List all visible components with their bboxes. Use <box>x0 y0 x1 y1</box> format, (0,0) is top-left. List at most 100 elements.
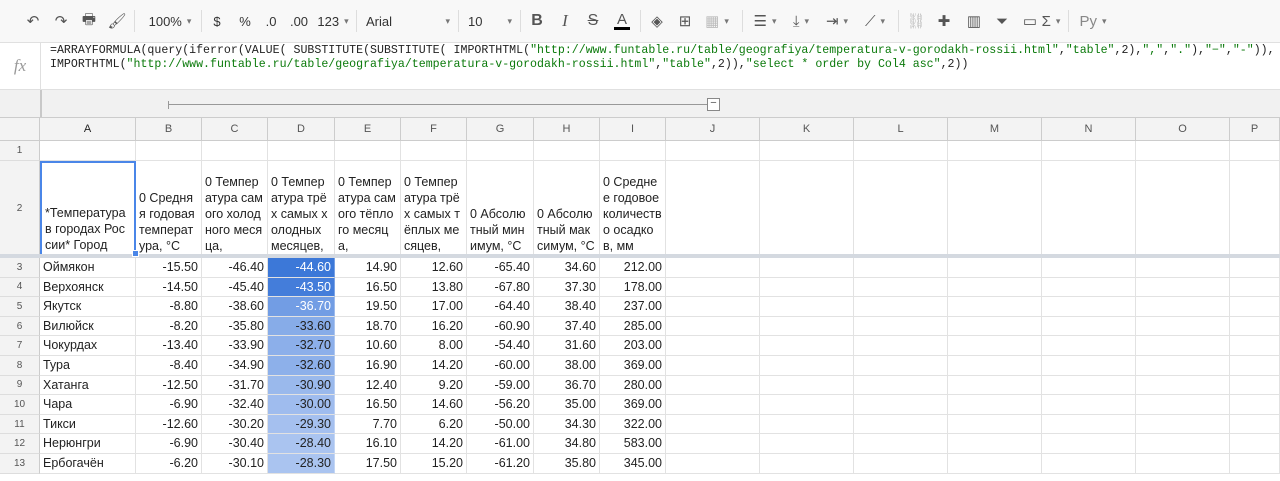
cell[interactable] <box>666 454 760 474</box>
column-header-e[interactable]: E <box>335 118 401 141</box>
color-scale-cell[interactable]: -32.70 <box>268 336 335 356</box>
cell[interactable] <box>202 141 268 161</box>
header-cell[interactable]: 0 Абсолютный максимум, °C <box>534 161 600 256</box>
fill-handle[interactable] <box>132 250 139 257</box>
text-color-button[interactable]: A <box>610 6 634 36</box>
color-scale-cell[interactable]: -30.90 <box>268 375 335 396</box>
column-header-a[interactable]: A <box>40 118 136 141</box>
value-cell[interactable]: 34.60 <box>534 258 600 278</box>
row-header[interactable]: 1 <box>0 141 40 161</box>
cell[interactable] <box>1042 277 1136 298</box>
decrease-decimals-button[interactable]: .0 <box>260 6 282 36</box>
cell[interactable] <box>760 395 854 415</box>
cell[interactable] <box>1042 395 1136 415</box>
header-cell[interactable]: 0 Средняя годовая температура, °C <box>136 161 202 256</box>
city-cell[interactable]: Тикси <box>40 414 136 435</box>
value-cell[interactable]: 212.00 <box>600 258 666 278</box>
cell[interactable] <box>1136 454 1230 474</box>
cell[interactable] <box>760 141 854 161</box>
cell[interactable] <box>854 258 948 278</box>
value-cell[interactable]: 18.70 <box>335 316 401 337</box>
value-cell[interactable]: -67.80 <box>467 277 534 298</box>
color-scale-cell[interactable]: -28.30 <box>268 454 335 474</box>
cell[interactable] <box>1042 258 1136 278</box>
cell[interactable] <box>948 336 1042 356</box>
cell[interactable] <box>948 316 1042 337</box>
value-cell[interactable]: 322.00 <box>600 414 666 435</box>
font-family-select[interactable]: Arial ▾ <box>362 6 454 36</box>
cell[interactable] <box>760 356 854 376</box>
value-cell[interactable]: 14.20 <box>401 434 467 454</box>
cell[interactable] <box>854 414 948 435</box>
column-header-c[interactable]: C <box>202 118 268 141</box>
city-cell[interactable]: Вилюйск <box>40 316 136 337</box>
value-cell[interactable]: -54.40 <box>467 336 534 356</box>
value-cell[interactable]: 12.40 <box>335 375 401 396</box>
cell[interactable] <box>1136 434 1230 454</box>
cell[interactable] <box>948 161 1042 256</box>
value-cell[interactable]: 17.00 <box>401 297 467 317</box>
cell[interactable] <box>948 414 1042 435</box>
fill-color-icon[interactable]: ◈ <box>646 6 668 36</box>
value-cell[interactable]: -6.90 <box>136 434 202 454</box>
color-scale-cell[interactable]: -29.30 <box>268 414 335 435</box>
header-cell[interactable]: 0 Температура трёх самых тёплых месяцев, <box>401 161 467 256</box>
value-cell[interactable]: 38.40 <box>534 297 600 317</box>
row-header[interactable]: 12 <box>0 434 40 454</box>
value-cell[interactable]: 7.70 <box>335 414 401 435</box>
column-header-d[interactable]: D <box>268 118 335 141</box>
undo-icon[interactable]: ↶ <box>22 6 44 36</box>
value-cell[interactable]: 38.00 <box>534 356 600 376</box>
filter-icon[interactable]: ⏷ <box>990 6 1014 36</box>
select-all-corner[interactable] <box>0 118 40 141</box>
cell[interactable] <box>1136 258 1230 278</box>
cell[interactable] <box>1136 375 1230 396</box>
value-cell[interactable]: 15.20 <box>401 454 467 474</box>
value-cell[interactable]: 14.20 <box>401 356 467 376</box>
cell[interactable] <box>948 277 1042 298</box>
value-cell[interactable]: -34.90 <box>202 356 268 376</box>
cell[interactable] <box>760 454 854 474</box>
value-cell[interactable]: 34.80 <box>534 434 600 454</box>
value-cell[interactable]: 583.00 <box>600 434 666 454</box>
cell[interactable] <box>1136 414 1230 435</box>
cell[interactable] <box>1136 277 1230 298</box>
cell[interactable] <box>1042 316 1136 337</box>
redo-icon[interactable]: ↷ <box>50 6 72 36</box>
value-cell[interactable]: -8.80 <box>136 297 202 317</box>
cell[interactable] <box>666 161 760 256</box>
cell[interactable] <box>854 454 948 474</box>
cell[interactable] <box>760 161 854 256</box>
insert-comment-icon[interactable]: ✚ <box>932 6 956 36</box>
column-header-g[interactable]: G <box>467 118 534 141</box>
value-cell[interactable]: -33.90 <box>202 336 268 356</box>
cell[interactable] <box>467 141 534 161</box>
cell[interactable] <box>1230 454 1280 474</box>
insert-chart-icon[interactable]: ▥ <box>962 6 986 36</box>
cell[interactable] <box>600 141 666 161</box>
value-cell[interactable]: -15.50 <box>136 258 202 278</box>
vertical-align-icon[interactable]: ⤓ ▾ <box>786 6 816 36</box>
cell[interactable] <box>1230 356 1280 376</box>
cell[interactable] <box>760 277 854 298</box>
cell[interactable] <box>1136 336 1230 356</box>
column-header-m[interactable]: M <box>948 118 1042 141</box>
cell[interactable] <box>948 141 1042 161</box>
cell[interactable] <box>1042 414 1136 435</box>
city-cell[interactable]: Тура <box>40 356 136 376</box>
value-cell[interactable]: 6.20 <box>401 414 467 435</box>
value-cell[interactable]: -13.40 <box>136 336 202 356</box>
row-header[interactable]: 5 <box>0 297 40 317</box>
cell[interactable] <box>948 434 1042 454</box>
value-cell[interactable]: 36.70 <box>534 375 600 396</box>
cell[interactable] <box>948 395 1042 415</box>
value-cell[interactable]: 31.60 <box>534 336 600 356</box>
cell[interactable] <box>1230 375 1280 396</box>
column-header-j[interactable]: J <box>666 118 760 141</box>
cell[interactable] <box>948 375 1042 396</box>
value-cell[interactable]: -30.40 <box>202 434 268 454</box>
value-cell[interactable]: -64.40 <box>467 297 534 317</box>
value-cell[interactable]: -45.40 <box>202 277 268 298</box>
value-cell[interactable]: -61.20 <box>467 454 534 474</box>
column-header-k[interactable]: K <box>760 118 854 141</box>
